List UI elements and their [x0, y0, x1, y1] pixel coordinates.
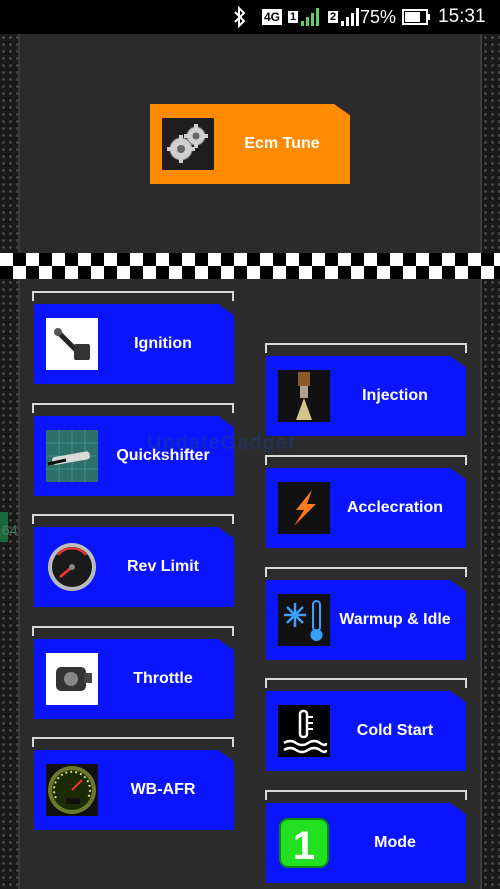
- svg-text:1: 1: [293, 824, 315, 868]
- lightning-icon: [278, 482, 330, 534]
- checkered-flag-divider: [0, 253, 500, 279]
- rev-limit-label: Rev Limit: [126, 558, 199, 575]
- fuel-injector-icon: [278, 370, 330, 422]
- gears-icon: [162, 118, 214, 170]
- clock: 15:31: [438, 6, 486, 27]
- bracket-decoration: [32, 291, 234, 301]
- signal-icon-sim1: 1: [288, 0, 322, 34]
- left-rail-decoration: [0, 34, 20, 889]
- battery-percent: 75%: [360, 6, 397, 27]
- ignition-coil-icon: [46, 318, 98, 370]
- warmup-idle-label: Warmup & Idle: [339, 611, 451, 628]
- watermark-text: UpdateGadget: [147, 432, 296, 454]
- mode-one-icon: 1: [278, 817, 330, 869]
- throttle-button[interactable]: Throttle: [34, 639, 234, 719]
- bracket-decoration: [265, 455, 467, 465]
- cold-start-button[interactable]: Cold Start: [266, 691, 466, 771]
- mode-button[interactable]: 1 Mode: [266, 803, 466, 883]
- snowflake-thermometer-icon: [278, 594, 330, 646]
- signal-icon-sim2: 2: [328, 0, 362, 34]
- ignition-button[interactable]: Ignition: [34, 304, 234, 384]
- acceleration-label: Acclecration: [346, 499, 444, 516]
- quickshifter-sensor-icon: [46, 430, 98, 482]
- bracket-decoration: [265, 567, 467, 577]
- side-tab-text: 64: [2, 522, 18, 538]
- app-content: Ecm Tune Ignition Quickshifter Rev Limit…: [0, 34, 500, 889]
- ignition-label: Ignition: [134, 335, 192, 352]
- quickshifter-button[interactable]: Quickshifter: [34, 416, 234, 496]
- injection-label: Injection: [362, 387, 428, 404]
- ecm-tune-button[interactable]: Ecm Tune: [150, 104, 350, 184]
- right-rail-decoration: [480, 34, 500, 889]
- battery-icon: [402, 0, 432, 34]
- acceleration-button[interactable]: Acclecration: [266, 468, 466, 548]
- status-bar: 4G 1 2 75% 15:31: [0, 0, 500, 34]
- tachometer-icon: [46, 541, 98, 593]
- network-type-badge: 4G: [262, 9, 283, 25]
- wb-afr-label: WB-AFR: [130, 781, 196, 798]
- wb-afr-button[interactable]: WB-AFR: [34, 750, 234, 830]
- throttle-label: Throttle: [133, 670, 193, 687]
- warmup-idle-button[interactable]: Warmup & Idle: [266, 580, 466, 660]
- afr-gauge-icon: [46, 764, 98, 816]
- bracket-decoration: [32, 514, 234, 524]
- bracket-decoration: [32, 403, 234, 413]
- cold-start-label: Cold Start: [356, 722, 434, 739]
- injection-button[interactable]: Injection: [266, 356, 466, 436]
- rev-limit-button[interactable]: Rev Limit: [34, 527, 234, 607]
- throttle-sensor-icon: [46, 653, 98, 705]
- ecm-tune-label: Ecm Tune: [244, 135, 320, 152]
- bluetooth-icon: [232, 0, 248, 34]
- coolant-temp-icon: [278, 705, 330, 757]
- mode-label: Mode: [374, 834, 416, 851]
- bracket-decoration: [32, 737, 234, 747]
- bracket-decoration: [265, 678, 467, 688]
- bracket-decoration: [265, 343, 467, 353]
- bracket-decoration: [32, 626, 234, 636]
- bracket-decoration: [265, 790, 467, 800]
